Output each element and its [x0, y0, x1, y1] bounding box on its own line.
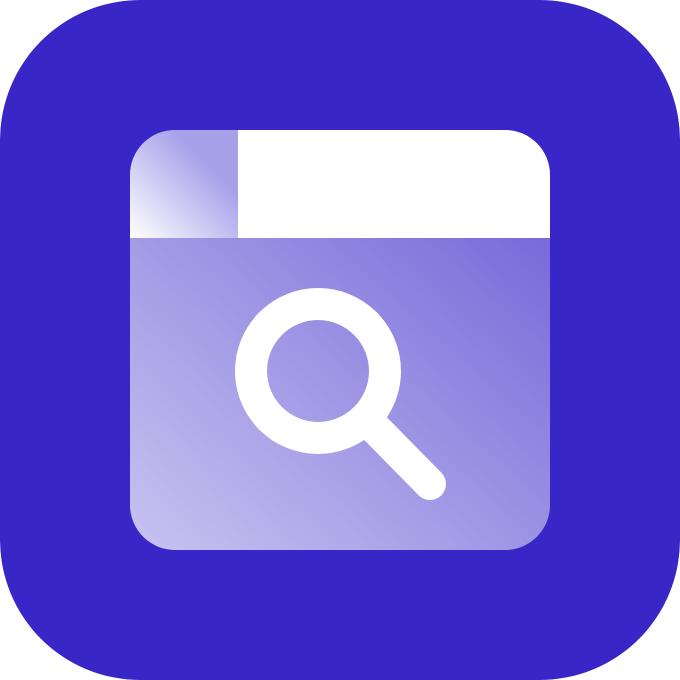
window-tab-bar [238, 130, 550, 238]
window-tab-shaded [130, 130, 238, 238]
app-icon-graphic [0, 0, 680, 680]
window-panel [130, 130, 550, 550]
app-icon [0, 0, 680, 680]
